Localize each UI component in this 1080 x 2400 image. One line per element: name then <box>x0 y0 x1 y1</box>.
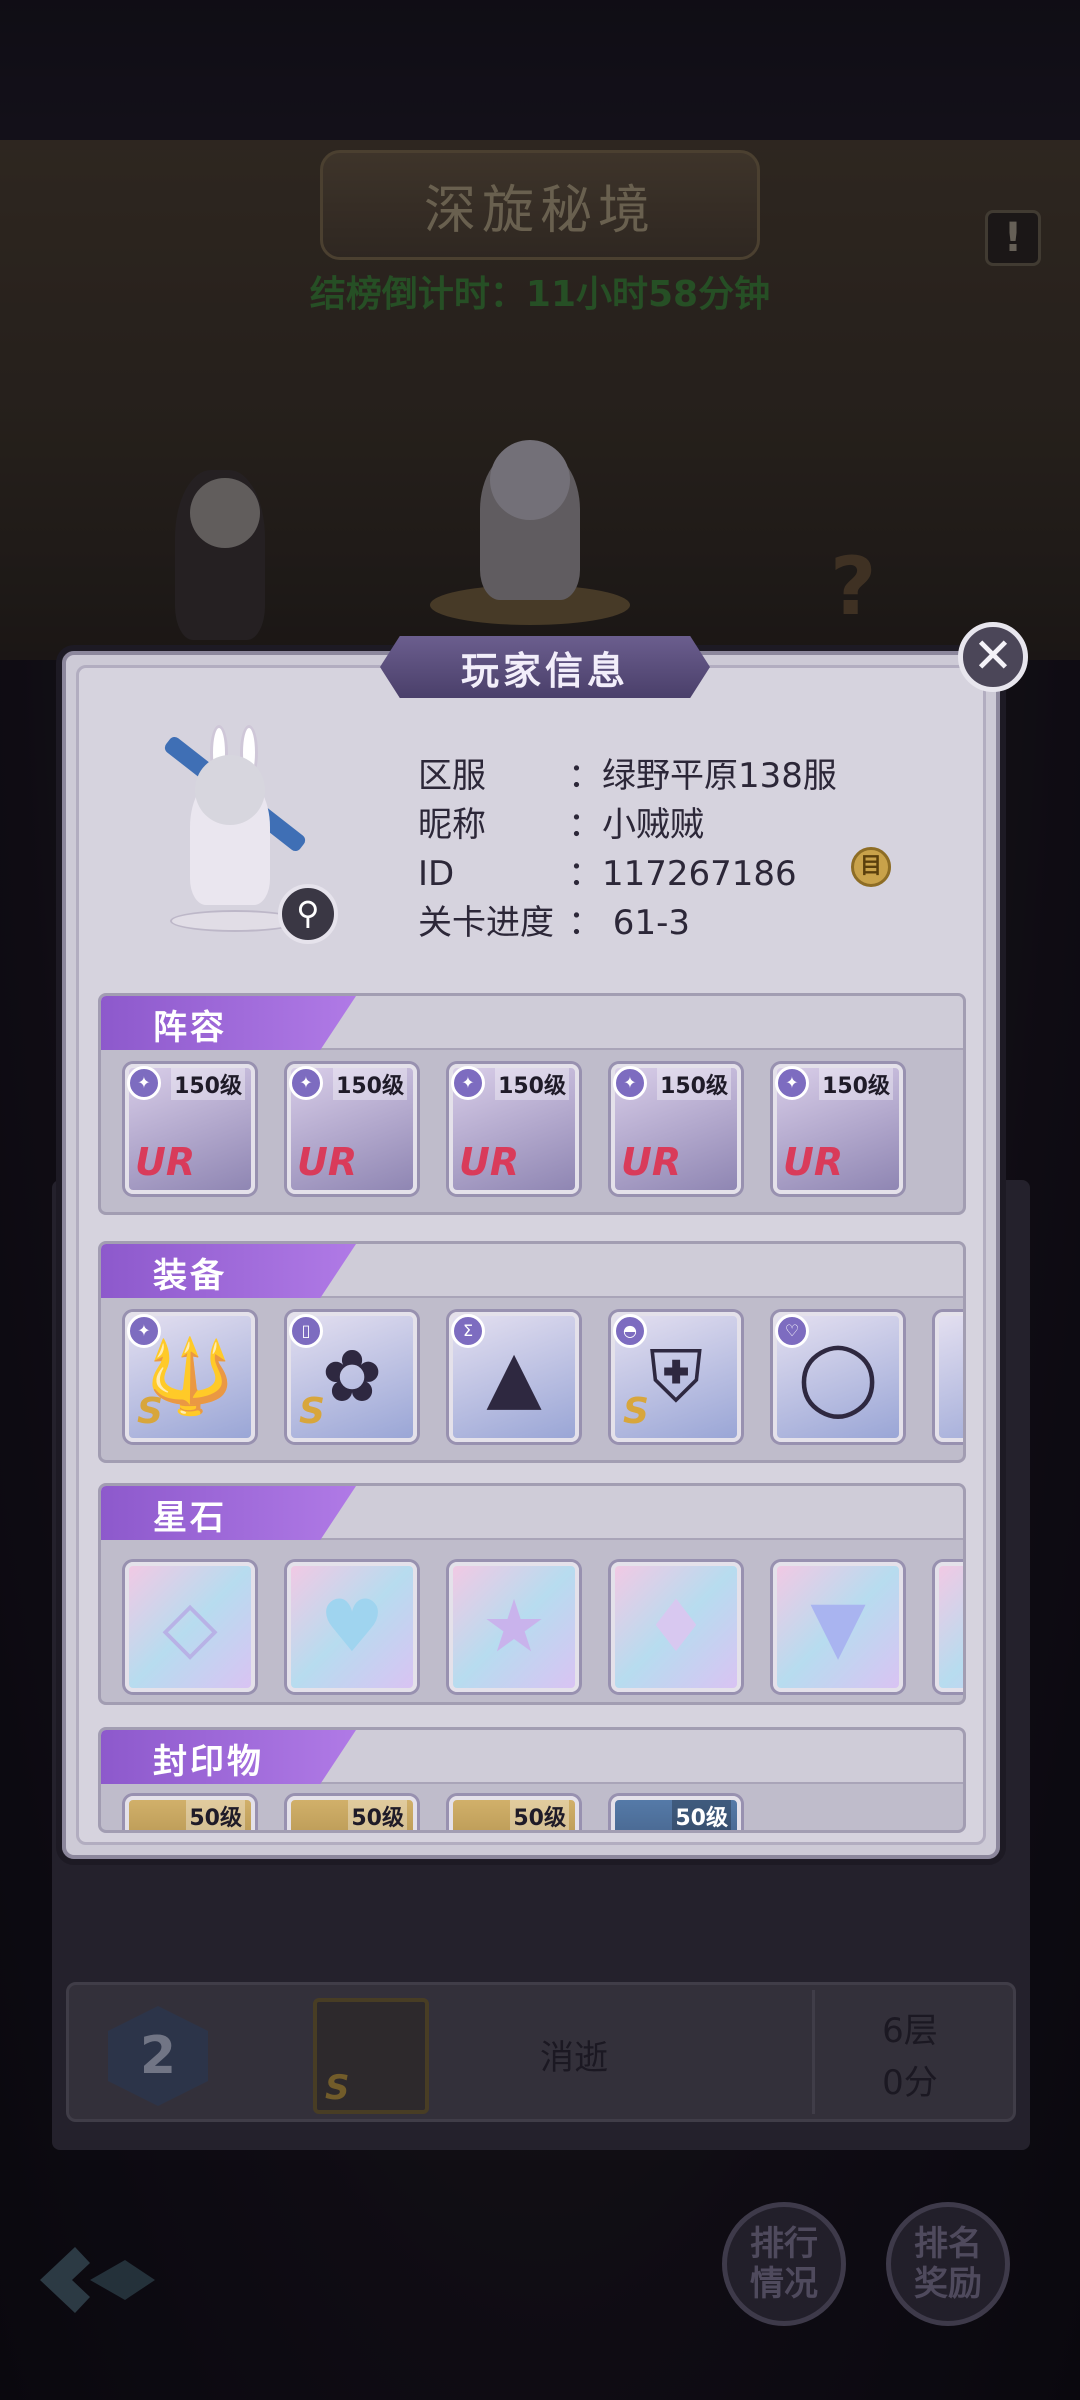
gem-glyph: ▼ <box>810 1584 866 1668</box>
equip-grade: S <box>623 1391 649 1432</box>
id-value: ：117267186 <box>568 854 797 894</box>
copy-icon[interactable]: 目 <box>851 847 891 887</box>
hero-level: 150级 <box>333 1068 407 1100</box>
class-icon: ✦ <box>451 1066 485 1100</box>
stage-row: 关卡进度 ： 61-3 <box>418 895 690 944</box>
nickname-row: 昵称 ：小贼贼 <box>418 797 704 846</box>
class-icon: ✦ <box>289 1066 323 1100</box>
seal-slot[interactable]: 50级 <box>449 1796 579 1830</box>
gem-glyph: ♥ <box>319 1584 385 1668</box>
equip-grade: S <box>299 1391 325 1432</box>
hero-level: 150级 <box>171 1068 245 1100</box>
equipment-section: 装备 ✦ 🔱 S ▯ ✿ S Σ ▲ ◓ ⛨ S ♡ ◯ <box>98 1241 966 1463</box>
equip-grade: S <box>137 1391 163 1432</box>
seal-level: 50级 <box>510 1800 569 1830</box>
starstone-section: 星石 ◇ ♥ ★ ♦ ▼ <box>98 1483 966 1705</box>
seal-level: 50级 <box>348 1800 407 1830</box>
hero-slot[interactable]: ✦ 150级 UR <box>773 1064 903 1194</box>
lineup-label: 阵容 <box>153 1008 227 1048</box>
close-icon[interactable]: ✕ <box>958 622 1028 692</box>
gem-glyph: ★ <box>481 1584 547 1668</box>
star-gem-icon[interactable]: ★ <box>449 1562 579 1692</box>
square-gem-icon[interactable]: ◇ <box>125 1562 255 1692</box>
section-tab: 星石 <box>101 1486 356 1540</box>
gem-glyph: ♦ <box>643 1584 709 1668</box>
rank-status-button[interactable]: 排行 情况 <box>722 2202 846 2326</box>
diamond-gem-icon[interactable]: ♦ <box>611 1562 741 1692</box>
hero-slot[interactable]: ✦ 150级 UR <box>287 1064 417 1194</box>
hero-grade: UR <box>135 1140 196 1184</box>
hero-slot[interactable]: ✦ 150级 UR <box>125 1064 255 1194</box>
trident-icon[interactable]: ✦ 🔱 S <box>125 1312 255 1442</box>
witch-hat-icon[interactable]: Σ ▲ <box>449 1312 579 1442</box>
triangle-gem-icon[interactable]: ▼ <box>773 1562 903 1692</box>
equip-glyph: ▲ <box>486 1334 542 1418</box>
seal-slot[interactable]: 50级 <box>611 1796 741 1830</box>
gem-glyph: ◇ <box>162 1584 218 1668</box>
hero-grade: UR <box>459 1140 520 1184</box>
equip-glyph: ◯ <box>797 1334 879 1418</box>
nickname-value: ：小贼贼 <box>568 805 704 845</box>
modal-title: 玩家信息 <box>460 648 629 693</box>
stage-value: ： 61-3 <box>568 903 690 943</box>
heart-gem-icon[interactable]: ♥ <box>287 1562 417 1692</box>
hero-level: 150级 <box>819 1068 893 1100</box>
hero-grade: UR <box>621 1140 682 1184</box>
equip-slot-partial[interactable] <box>935 1312 963 1442</box>
section-tab: 装备 <box>101 1244 356 1298</box>
class-icon: ✦ <box>775 1066 809 1100</box>
portrait-head <box>195 755 265 825</box>
modal-title-banner: 玩家信息 <box>380 636 710 698</box>
server-value: ：绿野平原138服 <box>568 756 837 796</box>
lineup-section: 阵容 ✦ 150级 UR ✦ 150级 UR ✦ 150级 UR ✦ 150级 UR ✦ 150级… <box>98 993 966 1215</box>
server-label: 区服 <box>418 756 486 796</box>
seal-level: 50级 <box>672 1800 731 1830</box>
seal-section: 封印物 50级 50级 50级 50级 <box>98 1727 966 1833</box>
hero-slot[interactable]: ✦ 150级 UR <box>449 1064 579 1194</box>
hero-level: 150级 <box>495 1068 569 1100</box>
magnifier-icon[interactable]: ⚲ <box>278 884 338 944</box>
gem-slot-partial[interactable] <box>935 1562 963 1692</box>
seal-slot[interactable]: 50级 <box>125 1796 255 1830</box>
class-icon: ✦ <box>613 1066 647 1100</box>
armor-icon[interactable]: ◓ ⛨ S <box>611 1312 741 1442</box>
hero-grade: UR <box>297 1140 358 1184</box>
seal-level: 50级 <box>186 1800 245 1830</box>
stage-label: 关卡进度 <box>418 903 554 943</box>
bracelet-icon[interactable]: ♡ ◯ <box>773 1312 903 1442</box>
server-row: 区服 ：绿野平原138服 <box>418 748 837 797</box>
starstone-label: 星石 <box>153 1498 227 1538</box>
equipment-label: 装备 <box>153 1256 227 1296</box>
class-icon: ✦ <box>127 1066 161 1100</box>
section-tab: 阵容 <box>101 996 356 1050</box>
nickname-label: 昵称 <box>418 805 486 845</box>
back-arrow-icon[interactable] <box>30 2235 160 2325</box>
id-label: ID <box>418 854 455 894</box>
rank-reward-button[interactable]: 排名 奖励 <box>886 2202 1010 2326</box>
seal-label: 封印物 <box>153 1742 264 1782</box>
id-row: ID ：117267186 <box>418 846 797 895</box>
hero-level: 150级 <box>657 1068 731 1100</box>
lotus-book-icon[interactable]: ▯ ✿ S <box>287 1312 417 1442</box>
hero-slot[interactable]: ✦ 150级 UR <box>611 1064 741 1194</box>
hero-grade: UR <box>783 1140 844 1184</box>
section-tab: 封印物 <box>101 1730 356 1784</box>
seal-slot[interactable]: 50级 <box>287 1796 417 1830</box>
